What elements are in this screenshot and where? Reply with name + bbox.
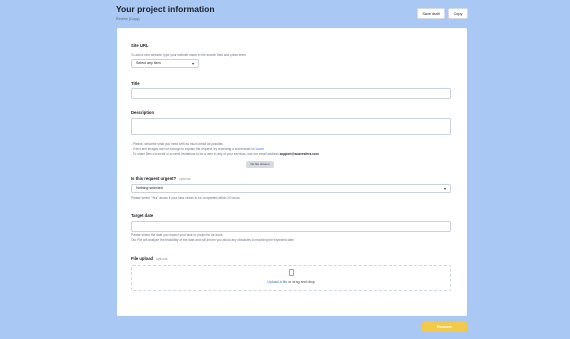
urgent-label: Is this request urgent? optional bbox=[131, 176, 190, 181]
description-help-line-3-text: - To share files via email or to send in… bbox=[131, 152, 280, 157]
description-label: Description bbox=[131, 110, 155, 115]
loom-link[interactable]: Loom bbox=[256, 147, 264, 151]
file-upload-label: File upload optional bbox=[131, 256, 167, 261]
save-draft-button[interactable]: Save draft bbox=[417, 8, 445, 19]
resume-button[interactable]: Resume bbox=[422, 322, 467, 332]
support-email: support@suavesfera.com bbox=[279, 152, 319, 157]
target-date-label: Target date bbox=[131, 213, 154, 218]
urgent-label-text: Is this request urgent? bbox=[131, 176, 177, 181]
chevron-down-icon: ▾ bbox=[443, 186, 446, 191]
chevron-down-icon: ▾ bbox=[191, 61, 194, 66]
site-url-select-value: Select any item bbox=[136, 61, 161, 65]
file-upload-optional-tag: optional bbox=[156, 257, 168, 261]
upload-file-link[interactable]: Upload a file bbox=[267, 280, 287, 284]
project-form-card: Site URL To add a new website, type your… bbox=[117, 28, 467, 316]
target-date-help: Please select the date you expect your t… bbox=[131, 233, 295, 243]
description-help-line-2-text: - If text and images are not enough to e… bbox=[131, 147, 256, 152]
file-choose-button[interactable]: No file chosen bbox=[246, 161, 274, 168]
urgent-select[interactable]: Nothing selected ▾ bbox=[131, 184, 451, 193]
urgent-optional-tag: optional bbox=[179, 177, 191, 181]
target-date-input[interactable] bbox=[131, 221, 451, 232]
site-url-help: To add a new website, type your website … bbox=[131, 53, 246, 57]
drag-drop-text: or drag and drop bbox=[287, 280, 315, 284]
site-url-label: Site URL bbox=[131, 43, 149, 48]
title-label: Title bbox=[131, 81, 140, 86]
page-subtitle: Review (Copy) bbox=[116, 17, 140, 21]
urgent-select-value: Nothing selected bbox=[136, 186, 163, 190]
site-url-select[interactable]: Select any item ▾ bbox=[131, 59, 199, 68]
file-icon bbox=[289, 269, 294, 276]
description-textarea[interactable] bbox=[131, 118, 451, 135]
urgent-help: Please select "Yes" above if your task n… bbox=[131, 196, 241, 200]
file-dropzone[interactable]: Upload a file or drag and drop bbox=[131, 265, 451, 291]
page-title: Your project information bbox=[116, 4, 215, 14]
file-upload-label-text: File upload bbox=[131, 256, 154, 261]
description-help-line-3: - To share files via email or to send in… bbox=[131, 152, 319, 157]
description-help: - Please, describe what you need with as… bbox=[131, 142, 319, 158]
dropzone-text: Upload a file or drag and drop bbox=[132, 280, 450, 284]
title-input[interactable] bbox=[131, 88, 451, 99]
copy-button[interactable]: Copy bbox=[448, 8, 468, 19]
target-date-help-line-2: Our PM will analyze the feasibility of t… bbox=[131, 238, 295, 243]
